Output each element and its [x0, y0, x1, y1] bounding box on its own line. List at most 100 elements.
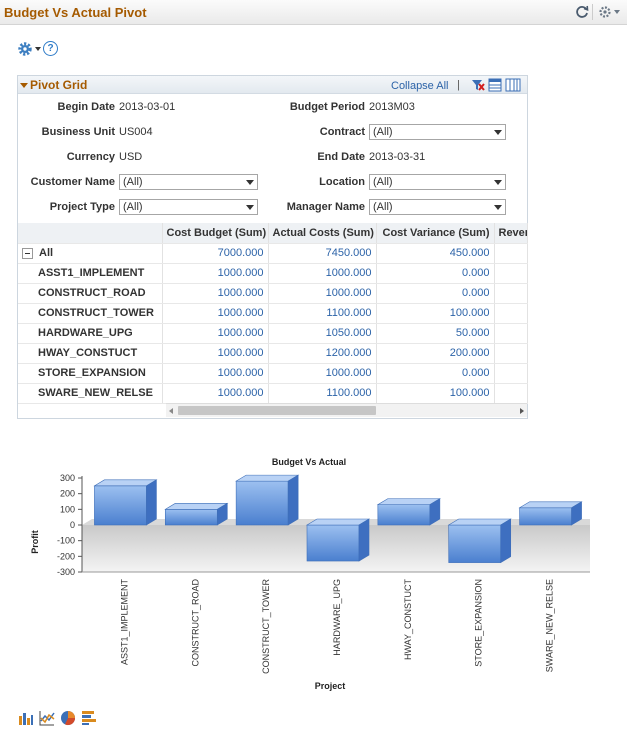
project-type-select[interactable]: (All)	[119, 199, 258, 215]
scroll-right-arrow-icon[interactable]	[520, 408, 524, 414]
cell-value[interactable]: 1100.000	[268, 383, 377, 404]
cell-value[interactable]	[494, 303, 528, 324]
refresh-icon[interactable]	[574, 4, 590, 20]
cell-value[interactable]: 1050.000	[268, 323, 377, 344]
cell-value[interactable]: 0.000	[376, 363, 495, 384]
cell-value[interactable]	[494, 363, 528, 384]
collapse-minus-icon[interactable]	[22, 247, 33, 259]
cell-value[interactable]: 1000.000	[268, 263, 377, 284]
link-separator: |	[457, 79, 460, 91]
column-header[interactable]: Cost Variance (Sum)	[376, 223, 495, 244]
bar-construct-tower[interactable]	[235, 474, 300, 526]
budget-period-label: Budget Period	[289, 101, 365, 113]
cell-value[interactable]	[494, 283, 528, 304]
bar-side	[500, 518, 512, 564]
x-axis-labels: ASST1_IMPLEMENT CONSTRUCT_ROAD CONSTRUCT_T…	[119, 578, 554, 673]
cell-value[interactable]: 50.000	[376, 323, 495, 344]
row-header: ASST1_IMPLEMENT	[18, 263, 163, 284]
contract-select[interactable]: (All)	[369, 124, 506, 140]
horizontal-bar-chart-icon[interactable]	[81, 710, 97, 726]
bar-top	[235, 474, 300, 482]
table-row: HWAY_CONSTUCT 1000.000 1200.000 200.000	[18, 343, 528, 364]
collapse-triangle-icon[interactable]	[20, 83, 28, 88]
help-icon[interactable]: ?	[43, 41, 58, 56]
cell-value[interactable]	[494, 383, 528, 404]
manager-name-select-value: (All)	[373, 201, 393, 213]
cell-value[interactable]: 1000.000	[162, 343, 269, 364]
bar-hardware-upg[interactable]	[305, 518, 371, 562]
location-select[interactable]: (All)	[369, 174, 506, 190]
bar-construct-road[interactable]	[164, 502, 229, 526]
customer-name-select[interactable]: (All)	[119, 174, 258, 190]
chart-grid-view-icon[interactable]	[505, 78, 521, 92]
clear-filter-icon[interactable]	[471, 78, 485, 92]
gear-icon[interactable]	[17, 41, 33, 57]
cell-value[interactable]: 1000.000	[162, 283, 269, 304]
bar-top	[305, 518, 371, 526]
horizontal-scrollbar[interactable]	[166, 403, 527, 417]
chevron-down-icon[interactable]	[35, 47, 41, 51]
contract-select-value: (All)	[373, 126, 393, 138]
begin-date-label: Begin Date	[57, 101, 115, 113]
cell-value[interactable]: 1000.000	[162, 303, 269, 324]
table-row: CONSTRUCT_ROAD 1000.000 1000.000 0.000	[18, 283, 528, 304]
bar-top	[164, 503, 229, 510]
cell-value[interactable]: 100.000	[376, 383, 495, 404]
row-header-all: All	[18, 243, 163, 264]
cell-value[interactable]: 1000.000	[162, 363, 269, 384]
bar-hway-constuct[interactable]	[376, 498, 441, 526]
column-header[interactable]: Reven	[494, 223, 528, 244]
cell-value[interactable]: 7000.000	[162, 243, 269, 264]
cell-value[interactable]	[494, 243, 528, 264]
pivot-grid-title[interactable]: Pivot Grid	[30, 78, 87, 92]
cell-value[interactable]: 1000.000	[268, 283, 377, 304]
cell-value[interactable]: 1000.000	[162, 323, 269, 344]
column-header[interactable]: Cost Budget (Sum)	[162, 223, 269, 244]
cell-value[interactable]: 0.000	[376, 283, 495, 304]
pagelet-title: Budget Vs Actual Pivot	[4, 5, 147, 20]
chevron-down-icon[interactable]	[490, 175, 505, 189]
cell-value[interactable]: 450.000	[376, 243, 495, 264]
chevron-down-icon[interactable]	[490, 125, 505, 139]
row-header: STORE_EXPANSION	[18, 363, 163, 384]
bar-top	[518, 501, 583, 509]
bar-asst1-implement[interactable]	[93, 479, 158, 526]
cell-value[interactable]	[494, 343, 528, 364]
bar-chart-icon[interactable]	[18, 710, 34, 726]
corner-cell	[18, 223, 163, 244]
cell-value[interactable]: 1100.000	[268, 303, 377, 324]
chevron-down-icon[interactable]	[490, 200, 505, 214]
cell-value[interactable]: 0.000	[376, 263, 495, 284]
line-chart-icon[interactable]	[39, 710, 55, 726]
project-type-select-value: (All)	[123, 201, 143, 213]
cell-value[interactable]	[494, 323, 528, 344]
bar-side	[287, 474, 299, 526]
pivot-header-row: Cost Budget (Sum) Actual Costs (Sum) Cos…	[18, 223, 528, 244]
cell-value[interactable]	[494, 263, 528, 284]
pie-chart-icon[interactable]	[60, 710, 76, 726]
cell-value[interactable]: 100.000	[376, 303, 495, 324]
x-tick-label: CONSTRUCT_TOWER	[261, 579, 271, 674]
chart-title: Budget Vs Actual	[272, 457, 346, 467]
cell-value[interactable]: 1000.000	[162, 383, 269, 404]
gear-menu-icon[interactable]	[597, 4, 623, 20]
cell-value[interactable]: 7450.000	[268, 243, 377, 264]
grid-view-icon[interactable]	[488, 78, 502, 92]
cell-value[interactable]: 200.000	[376, 343, 495, 364]
cell-value[interactable]: 1200.000	[268, 343, 377, 364]
bar-store-expansion[interactable]	[447, 518, 512, 564]
y-tick-label: -200	[57, 551, 75, 561]
manager-name-select[interactable]: (All)	[369, 199, 506, 215]
column-header[interactable]: Actual Costs (Sum)	[268, 223, 377, 244]
end-date-value: 2013-03-31	[369, 151, 426, 163]
collapse-all-link[interactable]: Collapse All	[391, 80, 448, 92]
x-tick-label: HWAY_CONSTUCT	[403, 578, 413, 660]
row-header: CONSTRUCT_TOWER	[18, 303, 163, 324]
cell-value[interactable]: 1000.000	[162, 263, 269, 284]
y-tick-label: -300	[57, 567, 75, 577]
row-header: HARDWARE_UPG	[18, 323, 163, 344]
scrollbar-thumb[interactable]	[178, 406, 376, 415]
cell-value[interactable]: 1000.000	[268, 363, 377, 384]
bar-sware-new-relse[interactable]	[518, 501, 583, 526]
scroll-left-arrow-icon[interactable]	[169, 408, 173, 414]
